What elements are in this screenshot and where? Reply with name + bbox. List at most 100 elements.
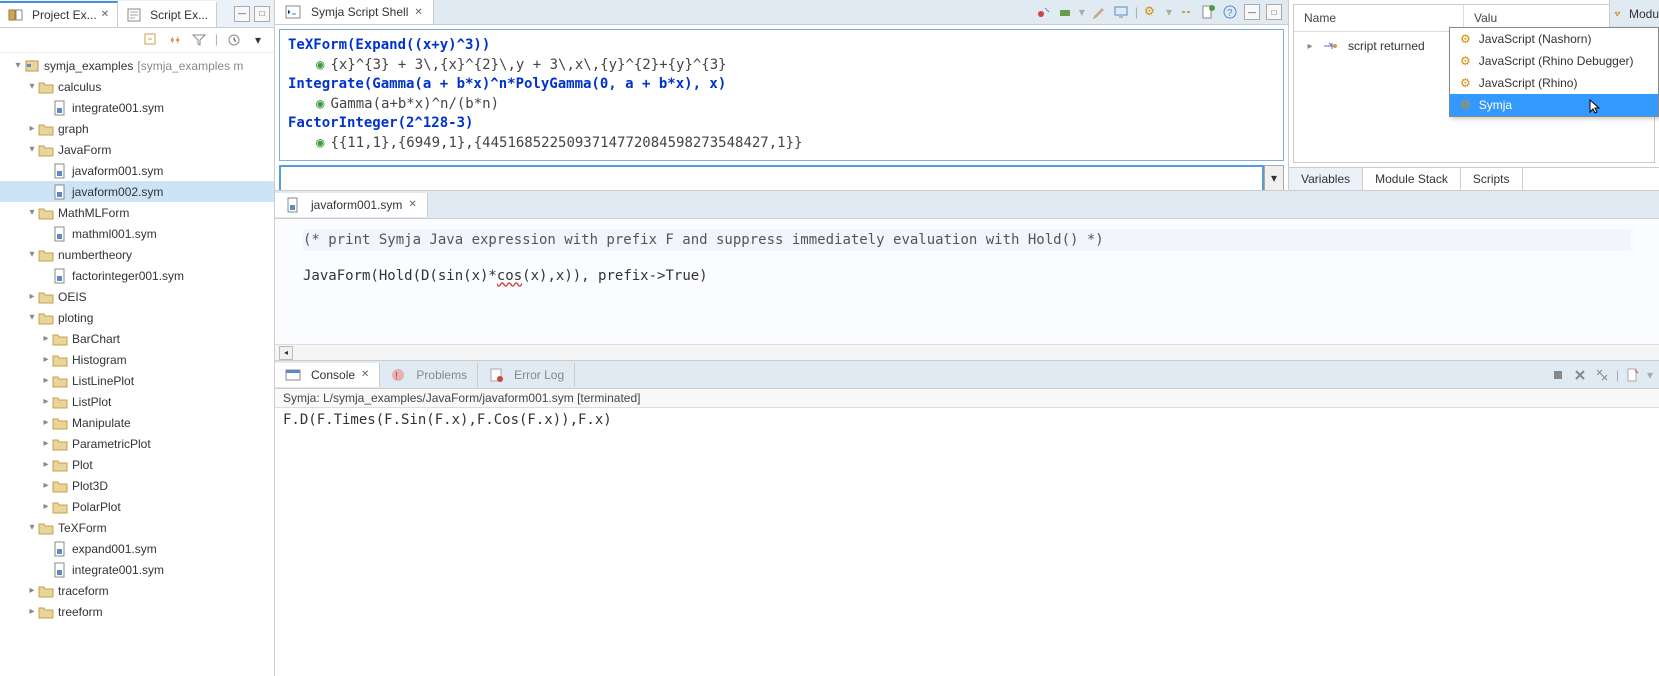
tree-folder[interactable]: ▾calculus: [0, 76, 274, 97]
expand-icon[interactable]: ▸: [40, 375, 52, 386]
tree-folder[interactable]: ▸ListLinePlot: [0, 370, 274, 391]
tree-file[interactable]: mathml001.sym: [0, 223, 274, 244]
tree-folder[interactable]: ▾numbertheory: [0, 244, 274, 265]
expand-icon[interactable]: ▾: [26, 144, 38, 155]
gear-icon[interactable]: ⚙: [1144, 4, 1160, 20]
expand-icon[interactable]: ▸: [40, 480, 52, 491]
tree-folder[interactable]: ▸graph: [0, 118, 274, 139]
tree-folder[interactable]: ▾MathMLForm: [0, 202, 274, 223]
tree-folder[interactable]: ▸OEIS: [0, 286, 274, 307]
close-icon[interactable]: ✕: [414, 7, 422, 18]
engine-menu-item[interactable]: ⚙JavaScript (Rhino Debugger): [1450, 50, 1658, 72]
tab-variables[interactable]: Variables: [1289, 168, 1363, 190]
tree-folder[interactable]: ▸ListPlot: [0, 391, 274, 412]
expand-icon[interactable]: ▸: [26, 585, 38, 596]
expand-icon[interactable]: ▸: [40, 396, 52, 407]
tree-folder[interactable]: ▸BarChart: [0, 328, 274, 349]
minimize-icon[interactable]: —: [1244, 4, 1260, 20]
filter-icon[interactable]: [191, 32, 207, 48]
script-explorer-tab-label: Script Ex...: [150, 8, 208, 22]
tree-file[interactable]: integrate001.sym: [0, 559, 274, 580]
engine-menu-item[interactable]: ⚙Symja: [1450, 94, 1658, 116]
expand-icon[interactable]: ▸: [40, 417, 52, 428]
tree-file[interactable]: expand001.sym: [0, 538, 274, 559]
expand-icon[interactable]: ▾: [12, 60, 24, 71]
link-editor-icon[interactable]: [167, 32, 183, 48]
module-tab[interactable]: Modu: [1609, 0, 1659, 28]
tree-root[interactable]: ▾ symja_examples [symja_examples m: [0, 55, 274, 76]
shell-output[interactable]: TeXForm(Expand((x+y)^3))◉{x}^{3} + 3\,{x…: [279, 29, 1284, 161]
monitor-icon[interactable]: [1113, 4, 1129, 20]
menu-item-label: JavaScript (Nashorn): [1479, 32, 1592, 46]
tree-folder[interactable]: ▾JavaForm: [0, 139, 274, 160]
close-icon[interactable]: ✕: [101, 9, 109, 20]
link-icon[interactable]: [1178, 4, 1194, 20]
tab-error-log[interactable]: Error Log: [478, 363, 575, 387]
expand-icon[interactable]: ▸: [26, 606, 38, 617]
tree-file[interactable]: integrate001.sym: [0, 97, 274, 118]
tab-problems[interactable]: ! Problems: [380, 363, 478, 387]
tree-file[interactable]: javaform002.sym: [0, 181, 274, 202]
expand-icon[interactable]: ▸: [40, 438, 52, 449]
tree-folder[interactable]: ▸Plot: [0, 454, 274, 475]
stop-icon[interactable]: [1550, 367, 1566, 383]
tab-scripts[interactable]: Scripts: [1461, 168, 1523, 190]
tree-folder[interactable]: ▸Manipulate: [0, 412, 274, 433]
expand-icon[interactable]: ▸: [26, 291, 38, 302]
tool-icon-1[interactable]: [1035, 4, 1051, 20]
tree-folder[interactable]: ▾ploting: [0, 307, 274, 328]
expand-icon[interactable]: ▸: [40, 354, 52, 365]
expand-icon[interactable]: ▸: [40, 333, 52, 344]
project-icon: [24, 58, 40, 74]
help-icon[interactable]: ?: [1222, 4, 1238, 20]
tree-folder[interactable]: ▾TeXForm: [0, 517, 274, 538]
editor-body[interactable]: (* print Symja Java expression with pref…: [275, 219, 1659, 344]
expand-icon[interactable]: ▾: [26, 249, 38, 260]
shell-input[interactable]: [279, 165, 1264, 192]
tree-folder[interactable]: ▸traceform: [0, 580, 274, 601]
expand-icon[interactable]: ▸: [26, 123, 38, 134]
tree-folder[interactable]: ▸PolarPlot: [0, 496, 274, 517]
tree-folder[interactable]: ▸Histogram: [0, 349, 274, 370]
tree-folder[interactable]: ▸treeform: [0, 601, 274, 622]
remove-icon[interactable]: [1572, 367, 1588, 383]
new-icon[interactable]: [1200, 4, 1216, 20]
close-icon[interactable]: ✕: [361, 369, 369, 380]
maximize-icon[interactable]: □: [254, 6, 270, 22]
expand-icon[interactable]: ▸: [40, 459, 52, 470]
col-name[interactable]: Name: [1294, 5, 1464, 31]
expand-icon[interactable]: ▾: [26, 207, 38, 218]
tree-file[interactable]: javaform001.sym: [0, 160, 274, 181]
expand-icon[interactable]: ▸: [40, 501, 52, 512]
tab-console[interactable]: Console ✕: [275, 363, 380, 387]
editor-tab[interactable]: javaform001.sym ✕: [275, 193, 428, 217]
console-output[interactable]: F.D(F.Times(F.Sin(F.x),F.Cos(F.x)),F.x): [275, 408, 1659, 676]
editor-hscroll[interactable]: ◂: [275, 344, 1659, 360]
tool-icon-2[interactable]: [1057, 4, 1073, 20]
project-explorer-tab[interactable]: Project Ex... ✕: [0, 1, 118, 27]
tab-module-stack[interactable]: Module Stack: [1363, 168, 1461, 190]
menu-dropdown-icon[interactable]: ▾: [250, 32, 266, 48]
view-menu-icon[interactable]: [226, 32, 242, 48]
expand-icon[interactable]: ▾: [26, 81, 38, 92]
shell-tab[interactable]: Symja Script Shell ✕: [275, 0, 434, 24]
maximize-icon[interactable]: □: [1266, 4, 1282, 20]
engine-menu-item[interactable]: ⚙JavaScript (Nashorn): [1450, 28, 1658, 50]
edit-icon[interactable]: [1091, 4, 1107, 20]
tree-folder[interactable]: ▸Plot3D: [0, 475, 274, 496]
history-dropdown-button[interactable]: ▾: [1264, 165, 1284, 192]
scroll-left-icon[interactable]: ◂: [279, 346, 293, 360]
expand-icon[interactable]: ▸: [1304, 41, 1316, 52]
remove-all-icon[interactable]: [1594, 367, 1610, 383]
expand-icon[interactable]: ▾: [26, 312, 38, 323]
close-icon[interactable]: ✕: [408, 199, 416, 210]
tree-folder[interactable]: ▸ParametricPlot: [0, 433, 274, 454]
expand-icon[interactable]: ▾: [26, 522, 38, 533]
tree-file[interactable]: factorinteger001.sym: [0, 265, 274, 286]
clear-icon[interactable]: [1625, 367, 1641, 383]
minimize-icon[interactable]: —: [234, 6, 250, 22]
engine-menu-item[interactable]: ⚙JavaScript (Rhino): [1450, 72, 1658, 94]
folder-icon: [38, 289, 54, 305]
collapse-all-icon[interactable]: [143, 32, 159, 48]
script-explorer-tab[interactable]: Script Ex...: [118, 1, 217, 27]
